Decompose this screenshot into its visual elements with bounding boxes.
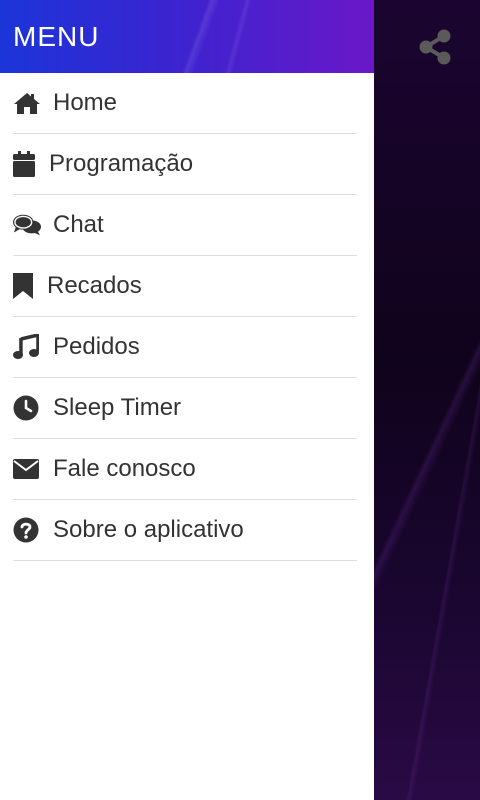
menu-item-programacao[interactable]: Programação	[13, 134, 357, 195]
home-icon	[13, 89, 41, 117]
question-circle-icon	[13, 516, 41, 544]
menu-item-label: Sobre o aplicativo	[53, 516, 244, 543]
menu-item-chat[interactable]: Chat	[13, 195, 357, 256]
menu-item-label: Chat	[53, 211, 104, 238]
envelope-icon	[13, 455, 41, 483]
share-icon	[418, 29, 452, 65]
bookmark-icon	[13, 272, 35, 300]
calendar-icon	[13, 150, 37, 178]
menu-item-sleep-timer[interactable]: Sleep Timer	[13, 378, 357, 439]
menu-item-fale-conosco[interactable]: Fale conosco	[13, 439, 357, 500]
menu-title: MENU	[13, 20, 100, 52]
menu-item-label: Pedidos	[53, 333, 140, 360]
chat-icon	[13, 211, 41, 239]
menu-item-label: Programação	[49, 150, 194, 177]
share-button[interactable]	[416, 28, 454, 66]
clock-icon	[13, 394, 41, 422]
menu-item-label: Fale conosco	[53, 455, 196, 482]
menu-item-home[interactable]: Home	[13, 73, 357, 134]
menu-item-sobre[interactable]: Sobre o aplicativo	[13, 500, 357, 561]
menu-item-recados[interactable]: Recados	[13, 256, 357, 317]
drawer-header: MENU	[0, 0, 374, 73]
menu-item-label: Sleep Timer	[53, 394, 182, 421]
menu-item-label: Home	[53, 89, 118, 116]
menu-item-pedidos[interactable]: Pedidos	[13, 317, 357, 378]
music-note-icon	[13, 333, 41, 361]
app-background	[374, 0, 480, 800]
menu-item-label: Recados	[47, 272, 142, 299]
menu-list: Home Programação Chat Recados Pedidos Sl…	[0, 73, 374, 561]
navigation-drawer: MENU Home Programação Chat Recados Pedid…	[0, 0, 374, 800]
